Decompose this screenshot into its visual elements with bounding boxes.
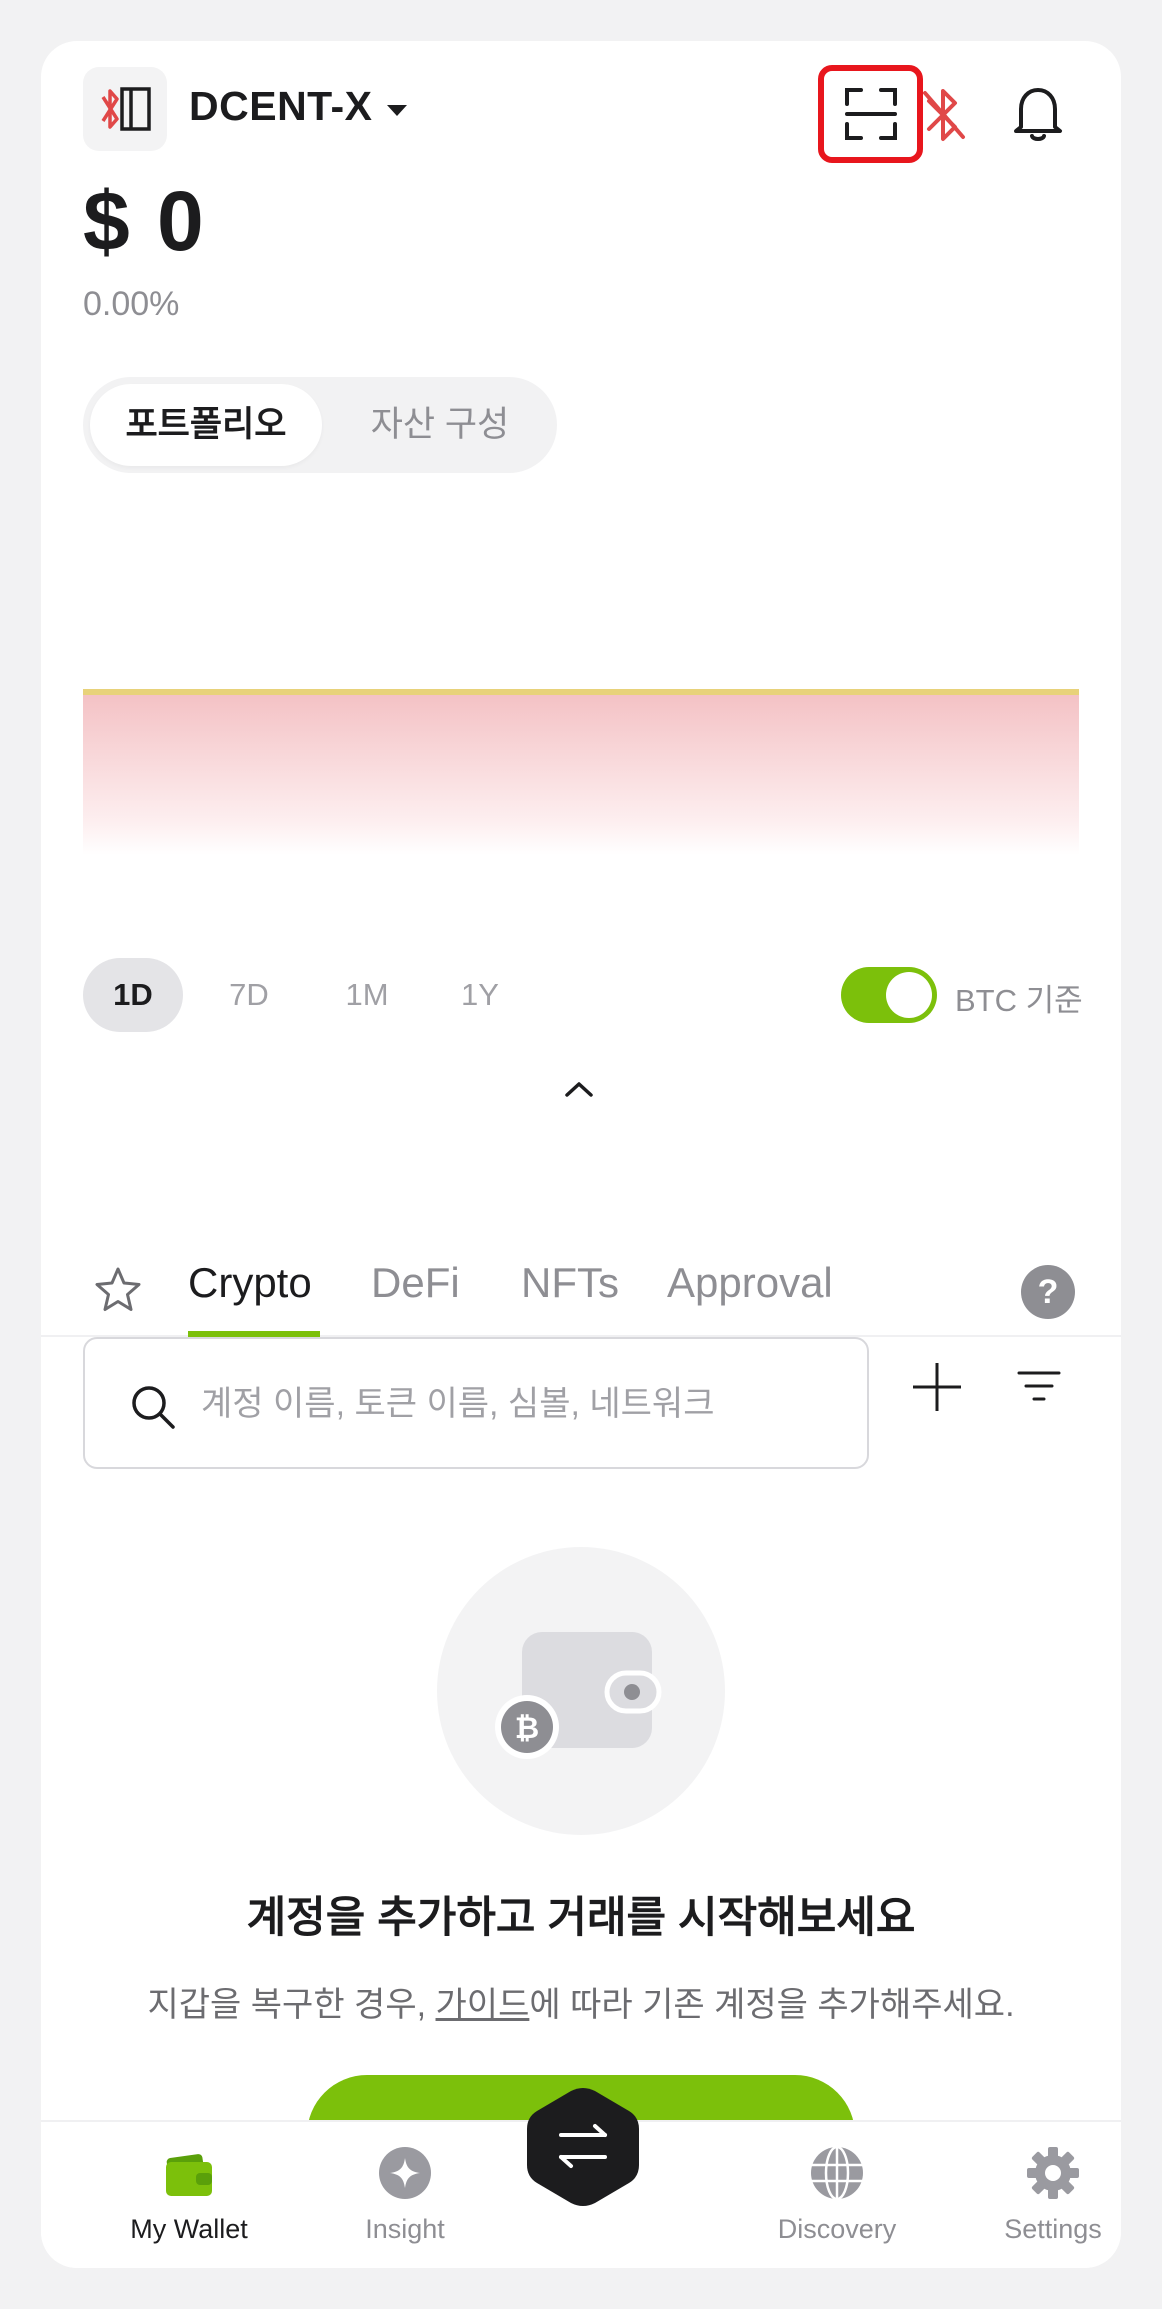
guide-link[interactable]: 가이드	[436, 1986, 530, 2024]
nav-insight[interactable]: Insight	[315, 2122, 495, 2268]
chevron-up-icon[interactable]	[561, 1077, 597, 1101]
nav-discovery[interactable]: Discovery	[747, 2122, 927, 2268]
nav-label: Settings	[1004, 2214, 1102, 2244]
nav-label: My Wallet	[130, 2214, 248, 2244]
btc-basis-toggle[interactable]	[841, 967, 937, 1023]
period-1y[interactable]: 1Y	[445, 958, 515, 1032]
device-icon[interactable]	[83, 67, 167, 151]
wallet-coin-icon: ₿	[495, 1632, 662, 1759]
empty-state-description: 지갑을 복구한 경우, 가이드에 따라 기존 계정을 추가해주세요.	[41, 1977, 1121, 2026]
nav-label: Insight	[365, 2214, 445, 2244]
empty-state-title: 계정을 추가하고 거래를 시작해보세요	[246, 1894, 916, 1942]
tab-nfts[interactable]: NFTs	[521, 1259, 619, 1307]
segment-asset-allocation[interactable]: 자산 구성	[333, 384, 547, 466]
tab-defi[interactable]: DeFi	[371, 1259, 460, 1307]
portfolio-chart	[83, 689, 1079, 859]
help-icon[interactable]: ?	[1021, 1265, 1075, 1319]
empty-desc-prefix: 지갑을 복구한 경우,	[147, 1986, 436, 2024]
scan-icon	[844, 88, 897, 140]
wallet-screen: DCENT-X $ 0 0.00% 포트폴리오 자산 구성 1D 7D 1M 1…	[41, 41, 1121, 2268]
nav-label: Discovery	[777, 2214, 897, 2244]
sparkle-icon	[379, 2147, 431, 2199]
hardware-wallet-bluetooth-icon	[101, 87, 151, 131]
star-icon[interactable]	[93, 1265, 143, 1315]
view-segment-control: 포트폴리오 자산 구성	[83, 377, 557, 473]
balance-change: 0.00%	[83, 285, 180, 323]
globe-icon	[811, 2146, 863, 2200]
nav-my-wallet[interactable]: My Wallet	[99, 2122, 279, 2268]
toggle-knob	[886, 972, 932, 1018]
btc-basis-label: BTC 기준	[955, 983, 1083, 1018]
scan-button[interactable]	[818, 65, 923, 163]
swap-button[interactable]	[521, 2085, 645, 2209]
search-icon	[132, 1386, 175, 1429]
wallet-icon	[166, 2154, 212, 2196]
bluetooth-disconnected-icon[interactable]	[919, 85, 969, 145]
empty-wallet-illustration: ₿	[437, 1547, 725, 1835]
period-1m[interactable]: 1M	[327, 958, 407, 1032]
empty-desc-suffix: 에 따라 기존 계정을 추가해주세요.	[529, 1986, 1015, 2024]
segment-portfolio[interactable]: 포트폴리오	[90, 384, 322, 466]
period-7d[interactable]: 7D	[209, 958, 289, 1032]
nav-settings[interactable]: Settings	[963, 2122, 1121, 2268]
period-1d[interactable]: 1D	[83, 958, 183, 1032]
tab-crypto[interactable]: Crypto	[188, 1259, 312, 1307]
chart-area	[83, 695, 1079, 855]
asset-tabs: Crypto DeFi NFTs Approval ?	[41, 1221, 1121, 1337]
svg-text:₿: ₿	[515, 1712, 539, 1745]
chevron-down-icon[interactable]	[387, 105, 407, 116]
bell-icon[interactable]	[1009, 81, 1067, 145]
total-balance: $ 0	[83, 174, 206, 268]
search-box	[83, 1337, 869, 1469]
filter-icon[interactable]	[1017, 1365, 1061, 1409]
device-name[interactable]: DCENT-X	[189, 83, 372, 130]
add-icon[interactable]	[911, 1361, 963, 1413]
tab-approval[interactable]: Approval	[667, 1259, 833, 1307]
search-input[interactable]	[201, 1369, 841, 1439]
gear-icon	[1027, 2147, 1079, 2199]
